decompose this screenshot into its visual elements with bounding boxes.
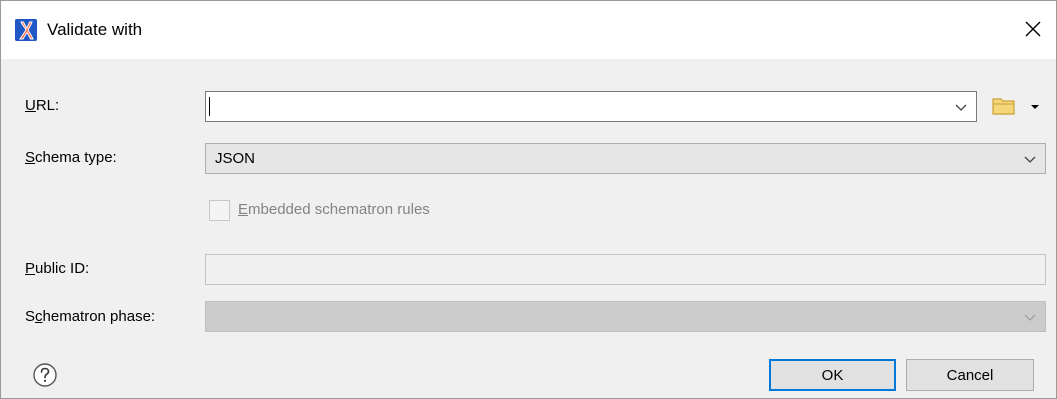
ok-button[interactable]: OK bbox=[769, 359, 896, 391]
close-icon bbox=[1025, 21, 1041, 37]
browse-folder-button[interactable] bbox=[991, 93, 1017, 119]
schema-type-value: JSON bbox=[215, 150, 256, 167]
chevron-down-icon[interactable] bbox=[954, 100, 968, 114]
schematron-phase-label: Schematron phase: bbox=[25, 308, 156, 325]
chevron-down-icon bbox=[1024, 156, 1036, 163]
public-id-input[interactable] bbox=[205, 254, 1046, 285]
schema-type-label: Schema type: bbox=[25, 149, 117, 166]
text-caret bbox=[209, 97, 210, 116]
close-button[interactable] bbox=[1020, 16, 1046, 42]
validate-with-dialog: Validate with URL: Schema type: JSON Emb… bbox=[0, 0, 1057, 399]
embedded-schematron-rules-option: Embedded schematron rules bbox=[209, 199, 430, 221]
browse-menu-arrow-icon[interactable] bbox=[1031, 105, 1039, 109]
url-input[interactable] bbox=[208, 94, 932, 119]
schema-type-select[interactable]: JSON bbox=[205, 143, 1046, 174]
url-combobox[interactable] bbox=[205, 91, 977, 122]
embedded-schematron-rules-checkbox[interactable] bbox=[209, 199, 230, 221]
oxygen-x-icon bbox=[15, 19, 37, 41]
chevron-down-icon bbox=[1024, 314, 1036, 321]
window-title: Validate with bbox=[47, 20, 143, 39]
url-label: URL: bbox=[25, 97, 60, 114]
schematron-phase-select[interactable] bbox=[205, 301, 1046, 332]
embedded-schematron-rules-label: Embedded schematron rules bbox=[238, 201, 430, 218]
folder-icon bbox=[992, 98, 1015, 115]
public-id-label: Public ID: bbox=[25, 260, 90, 277]
title-bar: Validate with bbox=[1, 1, 1056, 59]
cancel-button[interactable]: Cancel bbox=[906, 359, 1034, 391]
help-icon bbox=[33, 363, 57, 387]
help-button[interactable] bbox=[32, 362, 58, 388]
